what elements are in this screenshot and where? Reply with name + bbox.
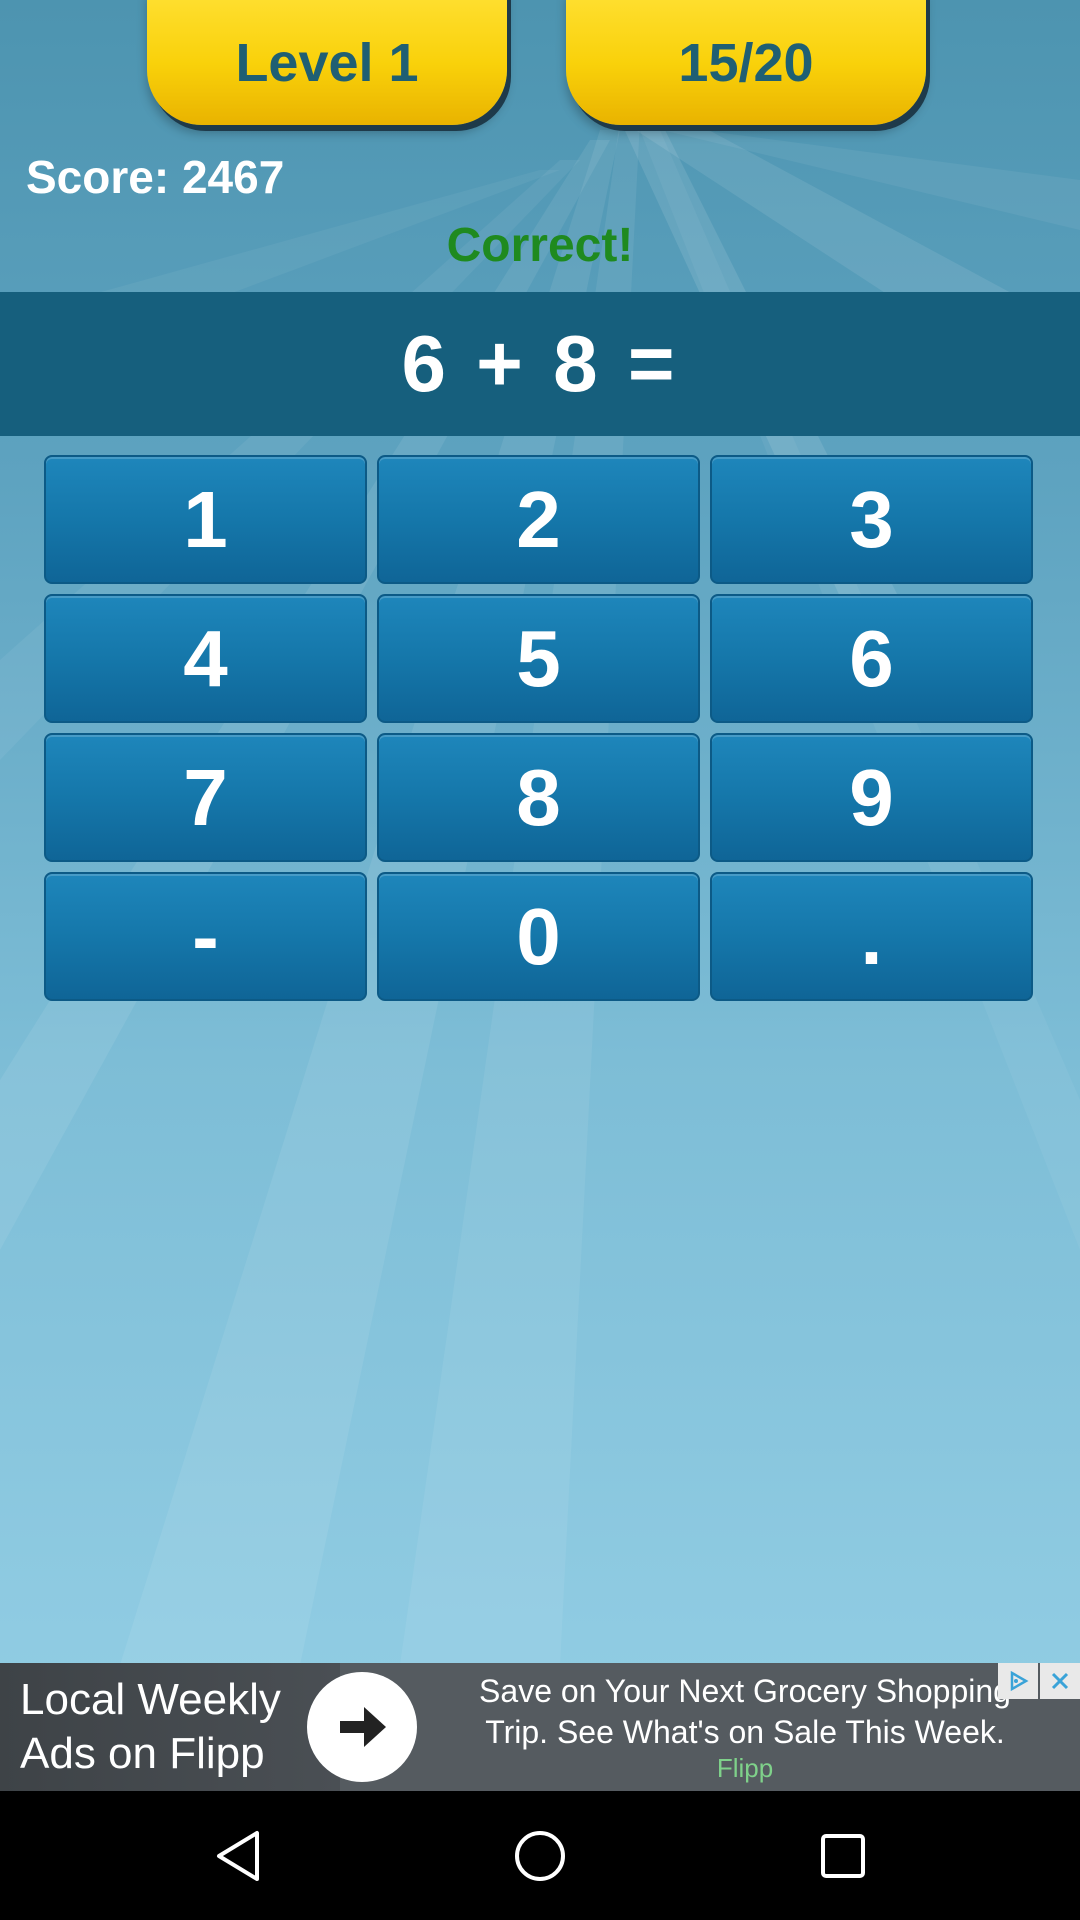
answer-keypad: 1 2 3 4 5 6 7 8 9 - 0 . [44,455,1034,1001]
score-label: Score: 2467 [26,151,285,203]
ad-banner[interactable]: Local Weekly Ads on Flipp Save on Your N… [0,1663,1080,1791]
feedback-message: Correct! [446,219,634,272]
ad-left-line1: Local Weekly [20,1675,281,1724]
home-circle-icon[interactable] [505,1821,575,1891]
ad-left-line2: Ads on Flipp [20,1729,265,1778]
recents-square-icon[interactable] [808,1821,878,1891]
key-0[interactable]: 0 [377,872,700,1001]
ad-controls [998,1663,1080,1699]
key-1[interactable]: 1 [44,455,367,584]
key-9[interactable]: 9 [710,733,1033,862]
key-2[interactable]: 2 [377,455,700,584]
key-8[interactable]: 8 [377,733,700,862]
ad-left-text: Local Weekly Ads on Flipp [20,1673,281,1781]
ad-headline-line2: Trip. See What's on Sale This Week. [485,1714,1005,1750]
level-label: Level 1 [235,32,419,93]
game-screen: Level 1 15/20 Score: 2467 Correct! 6 + 8… [0,0,1080,1920]
level-tab: Level 1 [147,0,507,125]
key-4[interactable]: 4 [44,594,367,723]
key-5[interactable]: 5 [377,594,700,723]
key-decimal-point[interactable]: . [710,872,1033,1001]
key-6[interactable]: 6 [710,594,1033,723]
question-text: 6 + 8 = [401,319,679,408]
close-icon[interactable] [1040,1663,1080,1699]
system-navigation-bar [0,1791,1080,1920]
question-bar: 6 + 8 = [0,292,1080,436]
progress-label: 15/20 [678,32,814,93]
back-triangle-icon[interactable] [203,1821,273,1891]
adchoices-icon[interactable] [998,1663,1038,1699]
ad-left-panel: Local Weekly Ads on Flipp [0,1663,340,1791]
ad-headline-line1: Save on Your Next Grocery Shopping [479,1673,1011,1709]
progress-tab: 15/20 [566,0,926,125]
arrow-right-icon[interactable] [307,1672,417,1782]
ad-brand: Flipp [716,1753,774,1783]
ad-headline: Save on Your Next Grocery Shopping Trip.… [430,1671,1060,1753]
key-3[interactable]: 3 [710,455,1033,584]
key-7[interactable]: 7 [44,733,367,862]
key-minus[interactable]: - [44,872,367,1001]
